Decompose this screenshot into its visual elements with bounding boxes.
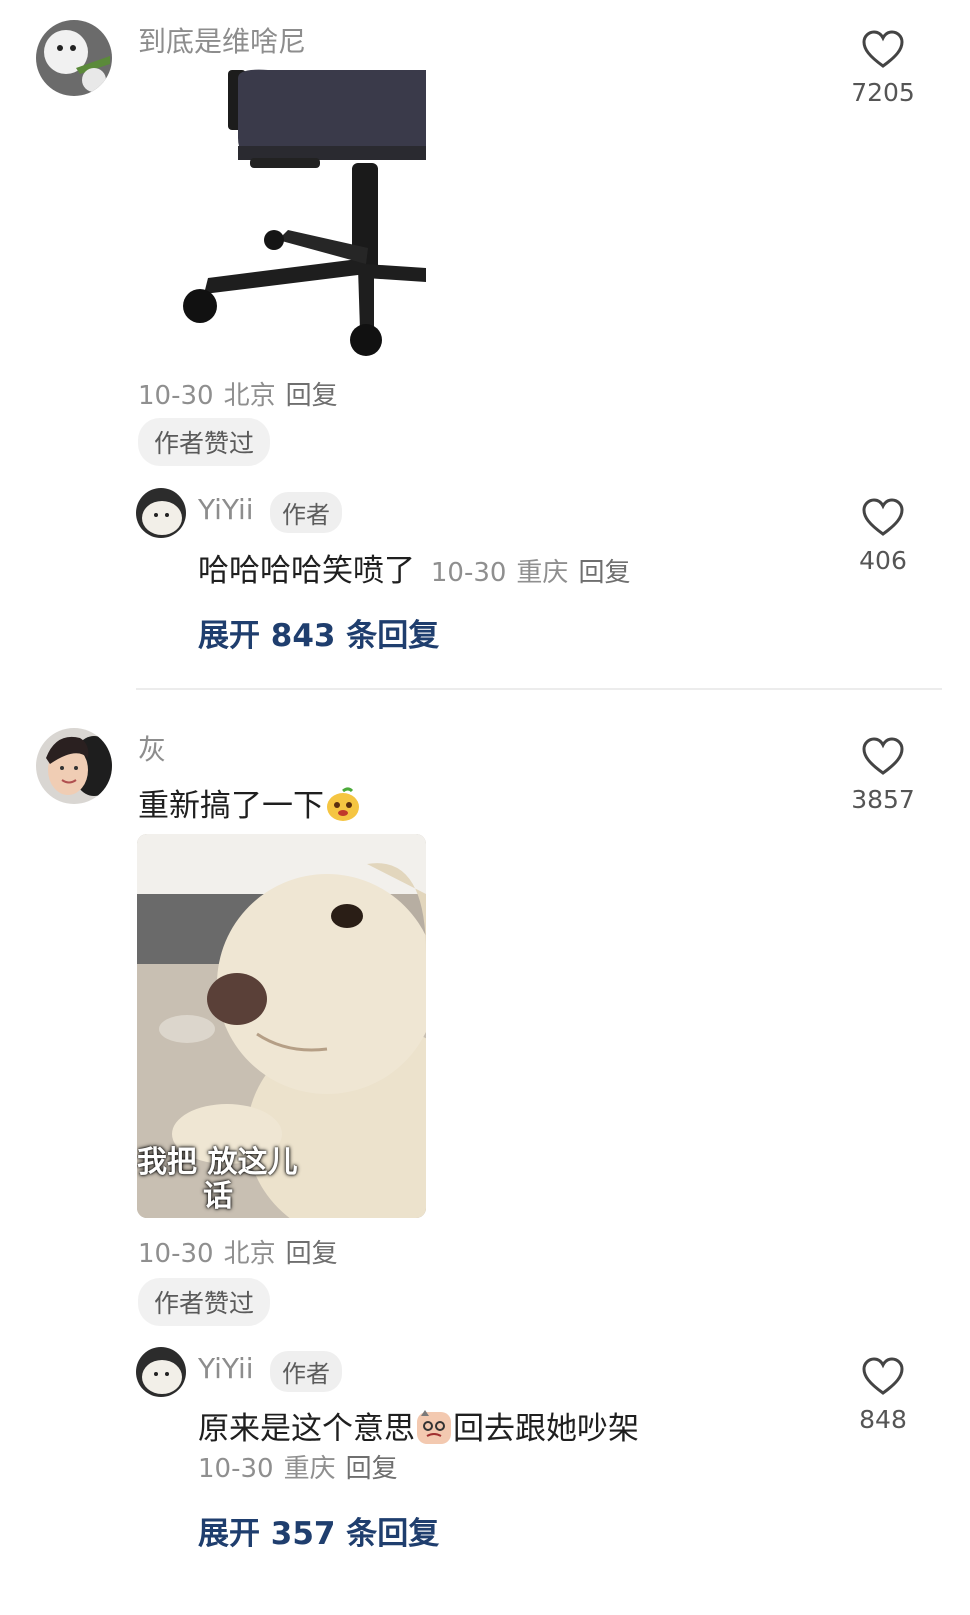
reply-link[interactable]: 回复: [286, 1239, 338, 1269]
author-tag: 作者: [270, 1351, 342, 1392]
reply-user-name[interactable]: YiYii: [198, 493, 254, 526]
reply-link[interactable]: 回复: [346, 1454, 398, 1484]
image-caption-line1: 我把 放这儿: [137, 1145, 298, 1180]
reply-text: 哈哈哈哈笑喷了 10-30 重庆 回复: [198, 545, 640, 590]
reply-text-before: 原来是这个意思: [198, 1411, 415, 1447]
reply-meta: 10-30 重庆 回复: [431, 558, 641, 588]
like-count: 406: [859, 546, 907, 575]
comment-text-content: 重新搞了一下: [138, 788, 324, 824]
reply-text: 原来是这个意思 回去跟她吵架: [198, 1403, 639, 1454]
heart-outline-icon: [862, 30, 904, 68]
comment-text: 重新搞了一下: [138, 780, 362, 831]
commenter-name[interactable]: 灰: [138, 728, 166, 768]
like-count: 7205: [851, 78, 915, 107]
reply-location: 重庆: [516, 558, 569, 588]
author-tag: 作者: [270, 492, 342, 533]
like-button[interactable]: 7205: [843, 30, 923, 107]
heart-outline-icon: [862, 1357, 904, 1395]
comment-meta: 10-30 北京 回复: [138, 375, 348, 412]
reply-link[interactable]: 回复: [578, 558, 630, 588]
commenter-avatar[interactable]: [36, 20, 112, 96]
reply-text-content: 哈哈哈哈笑喷了: [198, 553, 415, 589]
comment-image-dog[interactable]: 我把 放这儿 话: [137, 834, 426, 1218]
comment-meta: 10-30 北京 回复: [138, 1233, 348, 1270]
heart-outline-icon: [862, 498, 904, 536]
reply-avatar[interactable]: [136, 488, 186, 538]
smirk-face-emoji: [415, 1408, 453, 1454]
like-button[interactable]: 3857: [843, 737, 923, 814]
reply-user-name[interactable]: YiYii: [198, 1352, 254, 1385]
author-liked-badge: 作者赞过: [138, 418, 271, 466]
image-caption: 我把 放这儿 话: [137, 1146, 426, 1214]
heart-outline-icon: [862, 737, 904, 775]
reply-meta: 10-30 重庆 回复: [198, 1448, 408, 1485]
expand-replies-link[interactable]: 展开 843 条回复: [198, 610, 439, 655]
commenter-name[interactable]: 到底是维啥尼: [138, 20, 306, 60]
comment-image-chair[interactable]: [138, 68, 426, 362]
expand-replies-link[interactable]: 展开 357 条回复: [198, 1508, 439, 1553]
reply-location: 重庆: [283, 1454, 336, 1484]
comment-location: 北京: [223, 1239, 276, 1269]
like-count: 848: [859, 1405, 907, 1434]
image-caption-line2: 话: [203, 1179, 233, 1214]
comment-date: 10-30: [138, 381, 214, 411]
like-count: 3857: [851, 785, 915, 814]
reply-date: 10-30: [430, 558, 507, 588]
commenter-avatar[interactable]: [36, 728, 112, 804]
comment-location: 北京: [223, 381, 276, 411]
author-liked-badge: 作者赞过: [138, 1278, 271, 1326]
mango-face-emoji: [324, 785, 362, 831]
like-button[interactable]: 848: [843, 1357, 923, 1434]
reply-avatar[interactable]: [136, 1347, 186, 1397]
like-button[interactable]: 406: [843, 498, 923, 575]
divider: [136, 688, 942, 690]
comment-date: 10-30: [138, 1239, 214, 1269]
reply-date: 10-30: [198, 1454, 274, 1484]
reply-link[interactable]: 回复: [286, 381, 338, 411]
reply-text-after: 回去跟她吵架: [453, 1411, 639, 1447]
